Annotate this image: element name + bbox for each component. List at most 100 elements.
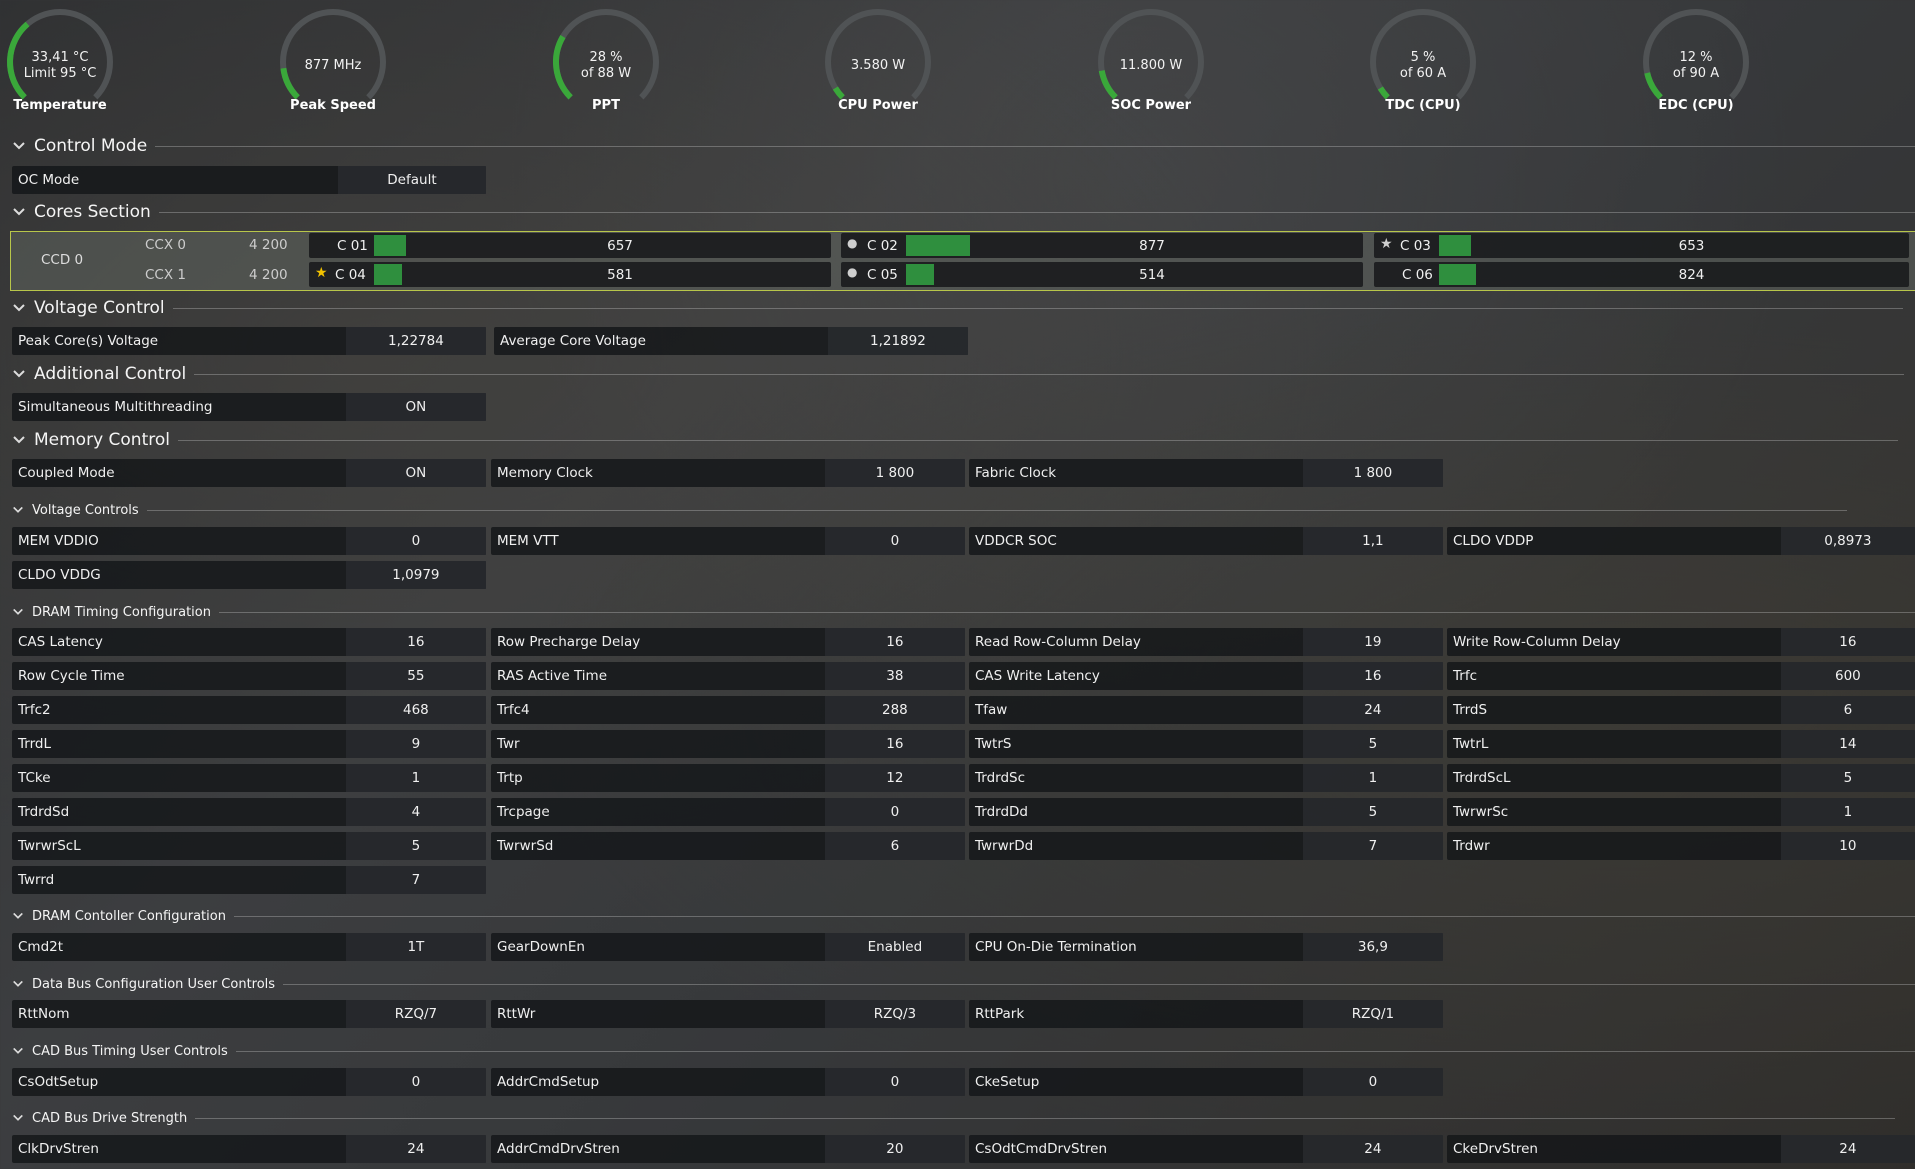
field-value[interactable]: 16: [345, 628, 486, 656]
dram-timing-field[interactable]: Read Row-Column Delay 19: [969, 628, 1443, 656]
field-value[interactable]: 1: [345, 764, 486, 792]
field-value[interactable]: 4: [345, 798, 486, 826]
section-cad-drive[interactable]: CAD Bus Drive Strength: [12, 1107, 1896, 1129]
dram-timing-field[interactable]: TwrwrScL 5: [12, 832, 486, 860]
dram-timing-field[interactable]: TrdrdDd 5: [969, 798, 1443, 826]
voltage-control-field[interactable]: CLDO VDDP 0,8973: [1447, 527, 1915, 555]
field-value[interactable]: 0: [824, 527, 965, 555]
oc-mode-value[interactable]: Default: [337, 166, 486, 194]
field-value[interactable]: 0,8973: [1780, 527, 1915, 555]
field-value[interactable]: 19: [1302, 628, 1443, 656]
dram-timing-field[interactable]: Trtp 12: [491, 764, 965, 792]
dram-timing-field[interactable]: TwrwrSd 6: [491, 832, 965, 860]
average-core-voltage-field[interactable]: Average Core Voltage 1,21892: [494, 327, 968, 355]
field-value[interactable]: 55: [345, 662, 486, 690]
dram-timing-field[interactable]: Trfc2 468: [12, 696, 486, 724]
cad-drive-field[interactable]: AddrCmdDrvStren 20: [491, 1135, 965, 1163]
voltage-control-field[interactable]: MEM VTT 0: [491, 527, 965, 555]
core-cell[interactable]: ● C 02 877: [841, 233, 1363, 258]
dram-timing-field[interactable]: CAS Write Latency 16: [969, 662, 1443, 690]
smt-value[interactable]: ON: [345, 393, 486, 421]
field-value[interactable]: 288: [824, 696, 965, 724]
field-value[interactable]: 600: [1780, 662, 1915, 690]
dram-timing-field[interactable]: TwrwrDd 7: [969, 832, 1443, 860]
field-value[interactable]: 5: [1780, 764, 1915, 792]
cad-drive-field[interactable]: ClkDrvStren 24: [12, 1135, 486, 1163]
field-value[interactable]: 5: [345, 832, 486, 860]
core-cell[interactable]: ● C 05 514: [841, 262, 1363, 287]
dram-timing-field[interactable]: Trfc4 288: [491, 696, 965, 724]
core-cell[interactable]: ★ C 03 653: [1374, 233, 1909, 258]
field-value[interactable]: 24: [345, 1135, 486, 1163]
voltage-control-field[interactable]: MEM VDDIO 0: [12, 527, 486, 555]
dram-timing-field[interactable]: RAS Active Time 38: [491, 662, 965, 690]
field-value[interactable]: 24: [1302, 696, 1443, 724]
dram-timing-field[interactable]: TrdrdSd 4: [12, 798, 486, 826]
field-value[interactable]: 5: [1302, 798, 1443, 826]
dram-timing-field[interactable]: TwtrS 5: [969, 730, 1443, 758]
cad-drive-field[interactable]: CsOdtCmdDrvStren 24: [969, 1135, 1443, 1163]
dram-timing-field[interactable]: Row Precharge Delay 16: [491, 628, 965, 656]
dram-timing-field[interactable]: TwrwrSc 1: [1447, 798, 1915, 826]
field-value[interactable]: Enabled: [824, 933, 965, 961]
dram-timing-field[interactable]: Twr 16: [491, 730, 965, 758]
oc-mode-field[interactable]: OC Mode Default: [12, 166, 486, 194]
field-value[interactable]: 16: [824, 628, 965, 656]
field-value[interactable]: 0: [824, 798, 965, 826]
field-value[interactable]: 1: [1302, 764, 1443, 792]
core-cell[interactable]: ★ C 04 581: [309, 262, 831, 287]
core-cell[interactable]: C 06 824: [1374, 262, 1909, 287]
field-value[interactable]: 6: [1780, 696, 1915, 724]
field-value[interactable]: 12: [824, 764, 965, 792]
dram-controller-field[interactable]: CPU On-Die Termination 36,9: [969, 933, 1443, 961]
field-value[interactable]: 7: [345, 866, 486, 894]
field-value[interactable]: 1: [1780, 798, 1915, 826]
field-value[interactable]: 6: [824, 832, 965, 860]
field-value[interactable]: 16: [824, 730, 965, 758]
dram-timing-field[interactable]: CAS Latency 16: [12, 628, 486, 656]
coupled-mode-value[interactable]: ON: [345, 459, 486, 487]
fabric-clock-field[interactable]: Fabric Clock 1 800: [969, 459, 1443, 487]
section-dram-timing[interactable]: DRAM Timing Configuration: [12, 601, 1915, 623]
dram-timing-field[interactable]: Twrrd 7: [12, 866, 486, 894]
voltage-control-field[interactable]: VDDCR SOC 1,1: [969, 527, 1443, 555]
data-bus-field[interactable]: RttWr RZQ/3: [491, 1000, 965, 1028]
field-value[interactable]: RZQ/7: [345, 1000, 486, 1028]
fabric-clock-value[interactable]: 1 800: [1302, 459, 1443, 487]
dram-controller-field[interactable]: GearDownEn Enabled: [491, 933, 965, 961]
section-voltage-control[interactable]: Voltage Control: [12, 297, 1903, 319]
field-value[interactable]: RZQ/3: [824, 1000, 965, 1028]
dram-timing-field[interactable]: Tfaw 24: [969, 696, 1443, 724]
field-value[interactable]: 1,1: [1302, 527, 1443, 555]
field-value[interactable]: 9: [345, 730, 486, 758]
section-dram-controller[interactable]: DRAM Contoller Configuration: [12, 905, 1915, 927]
field-value[interactable]: 0: [1302, 1068, 1443, 1096]
section-cores[interactable]: Cores Section: [12, 201, 1915, 223]
coupled-mode-field[interactable]: Coupled Mode ON: [12, 459, 486, 487]
cad-timing-field[interactable]: CsOdtSetup 0: [12, 1068, 486, 1096]
dram-timing-field[interactable]: TrdrdSc 1: [969, 764, 1443, 792]
memory-clock-field[interactable]: Memory Clock 1 800: [491, 459, 965, 487]
dram-timing-field[interactable]: TrrdS 6: [1447, 696, 1915, 724]
data-bus-field[interactable]: RttPark RZQ/1: [969, 1000, 1443, 1028]
field-value[interactable]: 7: [1302, 832, 1443, 860]
field-value[interactable]: 1T: [345, 933, 486, 961]
dram-timing-field[interactable]: TrdrdScL 5: [1447, 764, 1915, 792]
cad-timing-field[interactable]: AddrCmdSetup 0: [491, 1068, 965, 1096]
field-value[interactable]: 10: [1780, 832, 1915, 860]
field-value[interactable]: 24: [1302, 1135, 1443, 1163]
dram-timing-field[interactable]: TCke 1: [12, 764, 486, 792]
dram-timing-field[interactable]: Write Row-Column Delay 16: [1447, 628, 1915, 656]
dram-timing-field[interactable]: Trcpage 0: [491, 798, 965, 826]
field-value[interactable]: 24: [1780, 1135, 1915, 1163]
smt-field[interactable]: Simultaneous Multithreading ON: [12, 393, 486, 421]
section-voltage-controls[interactable]: Voltage Controls: [12, 499, 1847, 521]
field-value[interactable]: 5: [1302, 730, 1443, 758]
field-value[interactable]: 20: [824, 1135, 965, 1163]
peak-core-voltage-field[interactable]: Peak Core(s) Voltage 1,22784: [12, 327, 486, 355]
field-value[interactable]: 38: [824, 662, 965, 690]
field-value[interactable]: 16: [1302, 662, 1443, 690]
field-value[interactable]: 0: [345, 527, 486, 555]
section-additional-control[interactable]: Additional Control: [12, 363, 1905, 385]
dram-timing-field[interactable]: TrrdL 9: [12, 730, 486, 758]
